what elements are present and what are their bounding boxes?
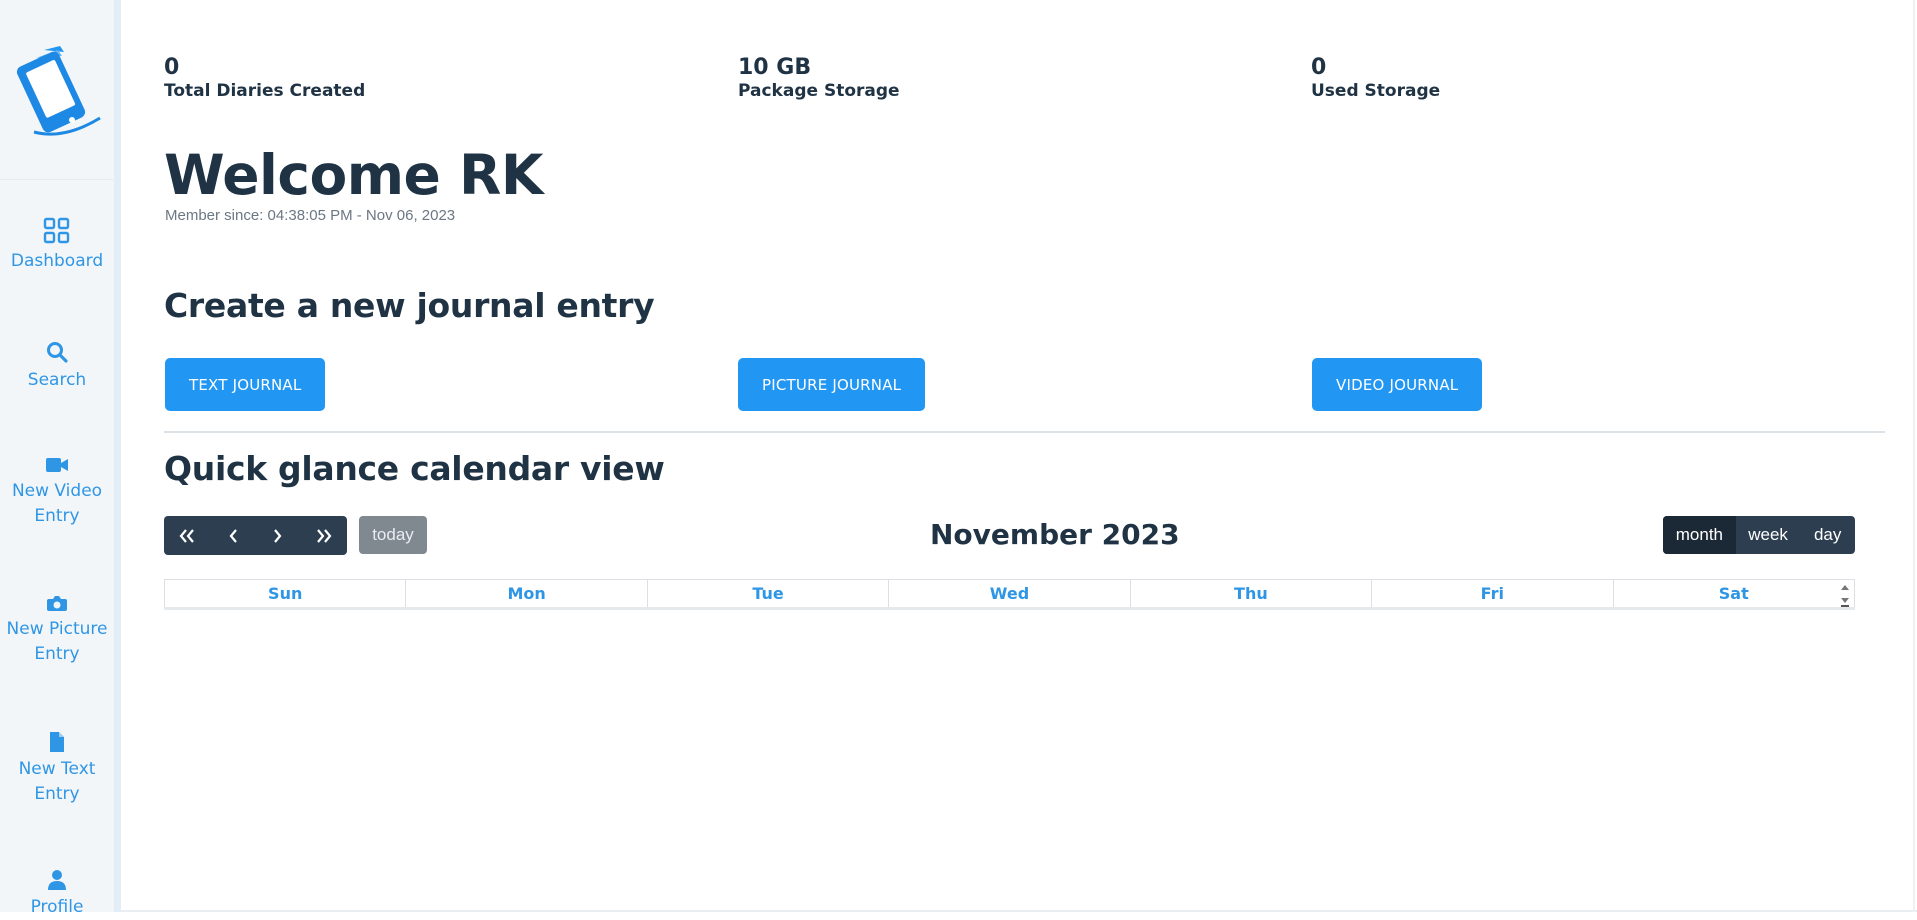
text-journal-button[interactable]: TEXT JOURNAL [165, 358, 326, 411]
day-header-thu: Thu [1131, 580, 1373, 607]
next-year-button[interactable] [301, 516, 347, 555]
calendar-bottom-border [164, 607, 1855, 610]
stat-value: 0 [164, 55, 180, 80]
view-month-button[interactable]: month [1663, 516, 1736, 554]
sidebar-item-label: Entry [34, 506, 80, 526]
next-month-button[interactable] [256, 516, 302, 555]
camera-icon [47, 596, 67, 611]
day-header-wed: Wed [889, 580, 1131, 607]
sidebar-item-search[interactable]: Search [0, 340, 114, 393]
sidebar-item-new-picture[interactable]: New Picture Entry [0, 593, 114, 667]
picture-journal-button[interactable]: PICTURE JOURNAL [738, 358, 926, 411]
day-header-mon: Mon [406, 580, 648, 607]
calendar-scrollbar[interactable] [1836, 581, 1854, 607]
sidebar-item-new-video[interactable]: New Video Entry [0, 455, 114, 529]
calendar-title: November 2023 [930, 518, 1180, 551]
day-header-fri: Fri [1372, 580, 1614, 607]
stat-label: Total Diaries Created [164, 81, 366, 101]
calendar-day-header-row: Sun Mon Tue Wed Thu Fri Sat [164, 579, 1855, 608]
section-divider [164, 431, 1885, 433]
video-camera-icon [46, 458, 68, 472]
prev-year-button[interactable] [164, 516, 210, 555]
double-chevron-left-icon [179, 528, 194, 543]
prev-month-button[interactable] [210, 516, 256, 555]
calendar-heading: Quick glance calendar view [164, 449, 665, 488]
sidebar-item-new-text[interactable]: New Text Entry [0, 731, 114, 807]
file-icon [50, 732, 64, 752]
sidebar-item-label: Entry [34, 784, 80, 804]
search-icon [47, 342, 68, 363]
stat-value: 0 [1311, 55, 1327, 80]
today-button[interactable]: today [359, 516, 427, 554]
calendar-nav-group [164, 516, 347, 555]
sidebar-item-label: New Picture [6, 619, 108, 639]
sidebar-item-label: New Text [18, 759, 96, 779]
app-logo[interactable] [14, 44, 106, 138]
stat-label: Used Storage [1311, 81, 1441, 101]
view-day-button[interactable]: day [1800, 516, 1855, 554]
chevron-right-icon [274, 528, 282, 543]
day-header-sun: Sun [165, 580, 407, 607]
stat-total-diaries: 0 Total Diaries Created [164, 56, 365, 102]
stat-package-storage: 10 GB Package Storage [738, 56, 900, 102]
create-journal-heading: Create a new journal entry [164, 286, 655, 325]
video-journal-button[interactable]: VIDEO JOURNAL [1312, 358, 1483, 411]
sidebar-item-label: Profile [30, 897, 84, 917]
member-since-text: Member since: 04:38:05 PM - Nov 06, 2023 [165, 207, 456, 224]
sidebar-item-label: New Video [11, 481, 103, 501]
calendar-view-switcher: month week day [1663, 516, 1855, 554]
sidebar-item-label: Entry [34, 644, 80, 664]
stat-used-storage: 0 Used Storage [1311, 56, 1440, 102]
sidebar-item-label: Search [27, 370, 87, 390]
welcome-title: Welcome RK [164, 143, 543, 207]
sidebar-item-label: Dashboard [10, 251, 104, 271]
page-right-border [1913, 0, 1915, 912]
chevron-left-icon [229, 528, 237, 543]
sidebar: Dashboard Search New Video Entry New Pic… [0, 0, 121, 917]
stat-value: 10 GB [738, 55, 812, 80]
day-header-tue: Tue [648, 580, 890, 607]
tablet-logo-icon [16, 46, 101, 136]
view-week-button[interactable]: week [1736, 516, 1801, 554]
double-chevron-right-icon [317, 528, 332, 543]
sidebar-item-dashboard[interactable]: Dashboard [0, 217, 114, 274]
sidebar-item-profile[interactable]: Profile [0, 869, 114, 920]
user-icon [48, 870, 66, 890]
day-header-sat: Sat [1718, 584, 1749, 603]
grid-icon [43, 217, 70, 244]
scroll-arrows-icon [1841, 585, 1849, 607]
sidebar-separator [0, 179, 114, 180]
stat-label: Package Storage [738, 81, 900, 101]
